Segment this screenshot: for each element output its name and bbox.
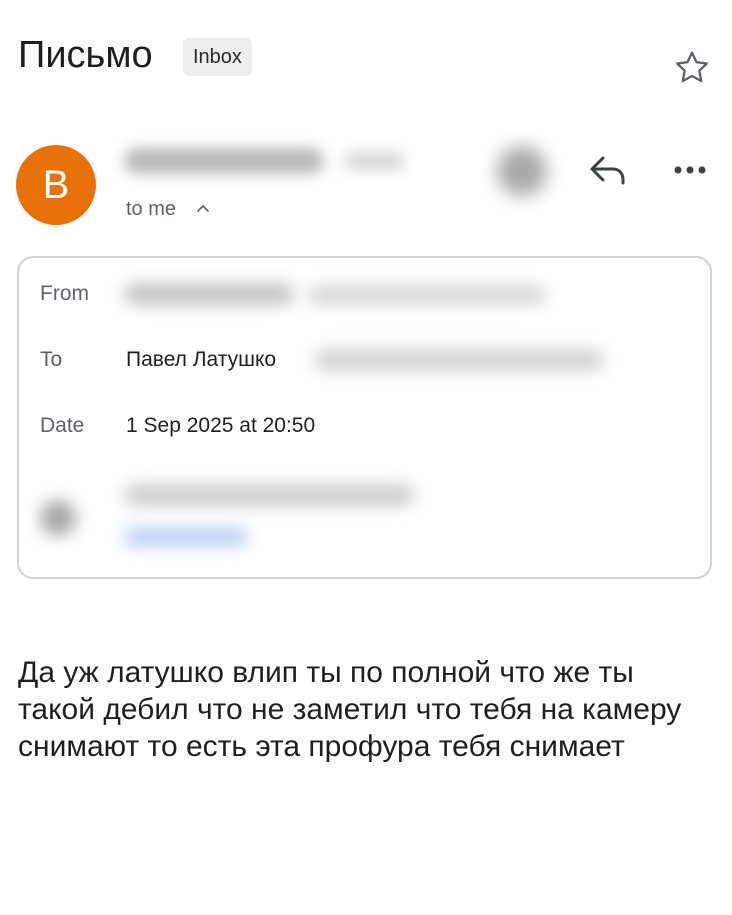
- sender-name-redacted: [124, 148, 324, 174]
- email-subject: Письмо: [18, 34, 153, 76]
- recipient-summary[interactable]: to me: [126, 196, 176, 222]
- message-body: Да уж латушко влип ты по полной что же т…: [18, 656, 682, 763]
- chevron-up-icon[interactable]: [196, 202, 210, 214]
- sender-time-redacted: [345, 152, 405, 170]
- redacted-action-button[interactable]: [497, 146, 547, 196]
- from-name-redacted: [124, 283, 294, 305]
- date-label: Date: [40, 414, 85, 437]
- from-email-redacted: [308, 285, 546, 305]
- to-email-redacted: [314, 349, 604, 371]
- security-icon-redacted: [40, 500, 76, 536]
- more-horizontal-icon[interactable]: [670, 160, 710, 180]
- reply-icon[interactable]: [585, 150, 629, 190]
- to-name[interactable]: Павел Латушко: [126, 347, 276, 373]
- date-value: 1 Sep 2025 at 20:50: [126, 414, 316, 437]
- security-info-redacted: [124, 484, 414, 506]
- star-icon[interactable]: [672, 48, 712, 88]
- inbox-label-chip[interactable]: Inbox: [183, 38, 252, 76]
- from-label: From: [40, 282, 89, 305]
- sender-avatar[interactable]: B: [16, 145, 96, 225]
- email-view: Письмо Inbox B to me From To Павел Латуш…: [0, 0, 732, 915]
- learn-more-link-redacted[interactable]: [124, 528, 248, 546]
- to-label: To: [40, 348, 63, 371]
